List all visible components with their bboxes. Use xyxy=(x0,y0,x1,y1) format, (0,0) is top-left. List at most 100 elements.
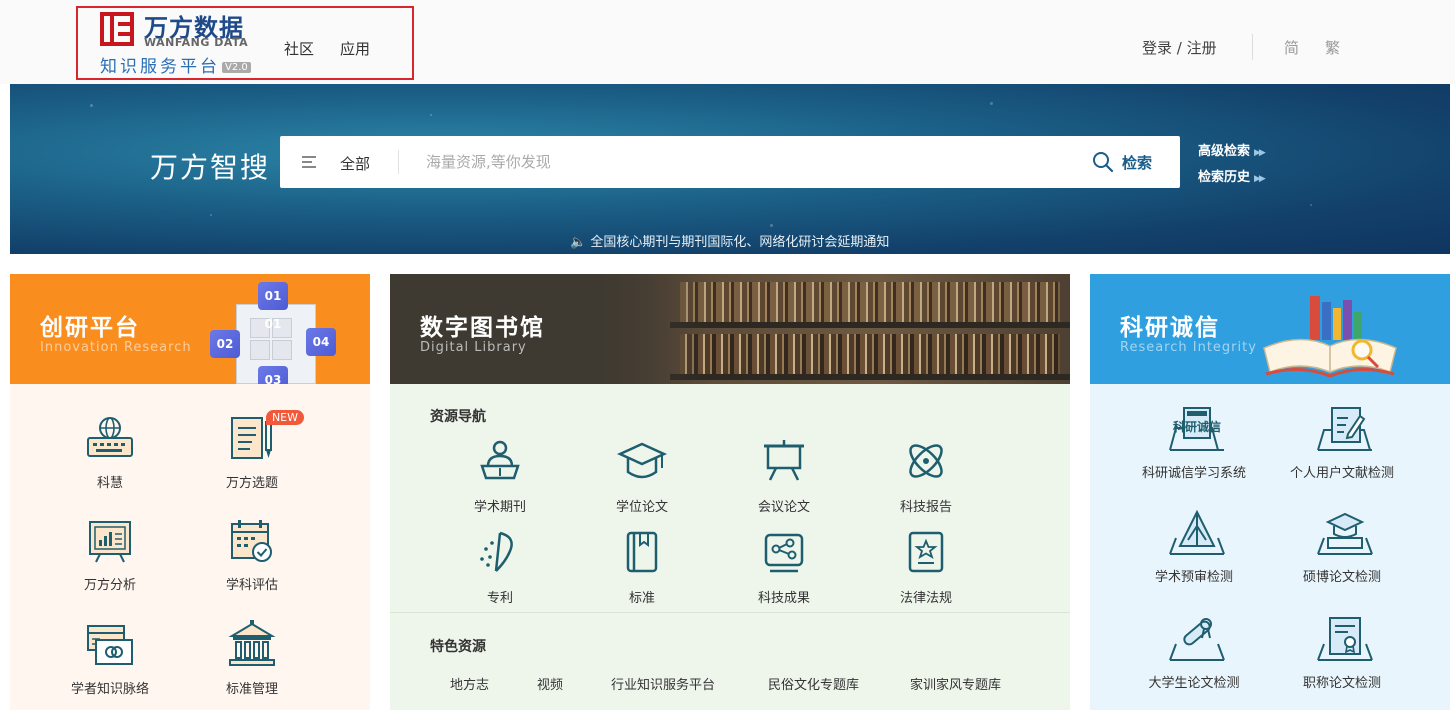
nav-community[interactable]: 社区 xyxy=(284,38,314,59)
integrity-pre-review[interactable]: 学术预审检测 xyxy=(1124,508,1264,585)
innovation-title: 创研平台 xyxy=(40,315,140,341)
search-scope-select[interactable]: 全部 xyxy=(340,153,370,174)
cube-tag: 01 01 xyxy=(258,282,288,331)
item-kehui[interactable]: 科慧 xyxy=(40,414,180,491)
bookshelf-illustration xyxy=(590,274,1070,384)
item-label: 万方选题 xyxy=(225,476,278,491)
top-header: 万方数据 WANFANG DATA 知识服务平台 V2.0 社区 应用 登录 / … xyxy=(0,0,1455,84)
double-arrow-icon: ▶▶ xyxy=(1254,174,1266,184)
library-panel: 数字图书馆 Digital Library 资源导航 学术期刊 学位论文 会议论… xyxy=(390,274,1070,710)
item-label: 标准 xyxy=(628,591,655,606)
item-label: 标准管理 xyxy=(225,682,278,697)
logo-highlight-box: 万方数据 WANFANG DATA 知识服务平台 V2.0 社区 应用 xyxy=(76,6,414,80)
res-law[interactable]: 法律法规 xyxy=(856,529,996,606)
search-input[interactable] xyxy=(410,146,1060,178)
search-banner: 万方智搜 全部 检索 高级检索▶▶ 检索历史▶▶ 🔈 全国核心期刊与期刊国际化、… xyxy=(10,84,1450,254)
item-standard-mgmt[interactable]: 标准管理 xyxy=(182,620,322,697)
innovation-header[interactable]: 创研平台 Innovation Research 01 01 02 04 03 xyxy=(10,274,370,384)
logo-subtitle-text: 知识服务平台 xyxy=(100,57,220,77)
res-conference[interactable]: 会议论文 xyxy=(714,438,854,515)
feature-folk-culture[interactable]: 民俗文化专题库 xyxy=(768,674,859,693)
cards-icon xyxy=(82,620,138,672)
advanced-search-link[interactable]: 高级检索 ▶▶ xyxy=(1198,140,1266,159)
double-arrow-icon: ▶▶ xyxy=(1254,148,1266,158)
section-divider xyxy=(390,612,1070,613)
institution-icon xyxy=(224,620,280,672)
feature-local-chronicles[interactable]: 地方志 xyxy=(450,674,489,693)
cube-tag: 02 xyxy=(210,330,240,358)
new-badge: NEW xyxy=(265,410,304,425)
spark-icon xyxy=(472,529,528,581)
res-standard[interactable]: 标准 xyxy=(572,529,712,606)
reader-icon xyxy=(472,438,528,490)
integrity-title: 科研诚信 xyxy=(1120,315,1220,341)
law-icon xyxy=(898,529,954,581)
book-icon xyxy=(614,529,670,581)
calendar-check-icon xyxy=(224,516,280,568)
res-journal[interactable]: 学术期刊 xyxy=(430,438,570,515)
search-button-label: 检索 xyxy=(1122,153,1153,172)
menu-icon[interactable] xyxy=(302,156,316,168)
feature-industry-platform[interactable]: 行业知识服务平台 xyxy=(611,674,715,693)
item-label: 法律法规 xyxy=(899,591,952,606)
res-tech-report[interactable]: 科技报告 xyxy=(856,438,996,515)
item-label: 学科评估 xyxy=(225,578,278,593)
item-label: 会议论文 xyxy=(757,500,810,515)
item-label: 硕博论文检测 xyxy=(1302,570,1381,585)
diploma-icon xyxy=(1166,614,1225,666)
featured-resources-title: 特色资源 xyxy=(430,639,486,655)
integrity-header[interactable]: 科研诚信 Research Integrity xyxy=(1090,274,1450,384)
integrity-study-system[interactable]: 科研诚信 科研诚信学习系统 xyxy=(1124,404,1264,481)
cap-box-icon xyxy=(1314,508,1373,560)
study-book-icon: 科研诚信 xyxy=(1166,404,1224,456)
innovation-panel: 创研平台 Innovation Research 01 01 02 04 03 … xyxy=(10,274,370,710)
wanfang-logo-icon[interactable] xyxy=(100,12,134,46)
integrity-title-paper[interactable]: 职称论文检测 xyxy=(1272,614,1412,691)
integrity-master-phd[interactable]: 硕博论文检测 xyxy=(1272,508,1412,585)
version-badge: V2.0 xyxy=(222,61,251,73)
item-scholar-context[interactable]: 学者知识脉络 xyxy=(40,620,180,697)
search-history-label: 检索历史 xyxy=(1198,170,1251,185)
search-divider xyxy=(398,150,399,174)
integrity-undergrad[interactable]: 大学生论文检测 xyxy=(1124,614,1264,691)
feature-video[interactable]: 视频 xyxy=(537,674,563,693)
item-label: 职称论文检测 xyxy=(1302,676,1381,691)
res-thesis[interactable]: 学位论文 xyxy=(572,438,712,515)
chart-board-icon xyxy=(82,516,138,568)
atom-icon xyxy=(898,438,954,490)
doc-check-icon xyxy=(1314,404,1372,456)
lang-simplified[interactable]: 简 xyxy=(1284,37,1299,58)
item-label: 大学生论文检测 xyxy=(1148,676,1240,691)
search-button[interactable]: 检索 xyxy=(1092,148,1152,176)
notice-link[interactable]: 🔈 全国核心期刊与期刊国际化、网络化研讨会延期通知 xyxy=(570,231,889,250)
item-topic-selection[interactable]: NEW 万方选题 xyxy=(182,410,322,491)
search-history-link[interactable]: 检索历史 ▶▶ xyxy=(1198,166,1266,185)
res-patent[interactable]: 专利 xyxy=(430,529,570,606)
nodes-icon xyxy=(756,529,812,581)
nav-apps[interactable]: 应用 xyxy=(340,38,370,59)
item-wanfang-analysis[interactable]: 万方分析 xyxy=(40,516,180,593)
integrity-panel: 科研诚信 Research Integrity 科研诚信 科研诚信学习系统 个人… xyxy=(1090,274,1450,710)
keyboard-globe-icon xyxy=(82,414,138,466)
notice-text: 全国核心期刊与期刊国际化、网络化研讨会延期通知 xyxy=(590,235,890,250)
logo-english: WANFANG DATA xyxy=(144,36,249,49)
lang-traditional[interactable]: 繁 xyxy=(1325,37,1340,58)
item-label: 学术期刊 xyxy=(473,500,526,515)
item-label: 学术预审检测 xyxy=(1154,570,1233,585)
feature-family-tradition[interactable]: 家训家风专题库 xyxy=(910,674,1001,693)
item-discipline-eval[interactable]: 学科评估 xyxy=(182,516,322,593)
item-label: 专利 xyxy=(486,591,513,606)
header-divider xyxy=(1252,34,1253,60)
cube-illustration: 01 01 02 04 03 xyxy=(210,282,350,384)
integrity-personal-check[interactable]: 个人用户文献检测 xyxy=(1272,404,1412,481)
search-brand-title: 万方智搜 xyxy=(150,151,271,184)
res-achievement[interactable]: 科技成果 xyxy=(714,529,854,606)
item-label: 学者知识脉络 xyxy=(70,682,149,697)
library-header[interactable]: 数字图书馆 Digital Library xyxy=(390,274,1070,384)
library-title: 数字图书馆 xyxy=(420,315,545,341)
item-label: 科慧 xyxy=(96,476,123,491)
login-register-link[interactable]: 登录 / 注册 xyxy=(1142,37,1217,58)
search-icon xyxy=(1093,152,1114,173)
speaker-icon: 🔈 xyxy=(570,235,587,250)
logo-subtitle: 知识服务平台 V2.0 xyxy=(100,52,251,77)
